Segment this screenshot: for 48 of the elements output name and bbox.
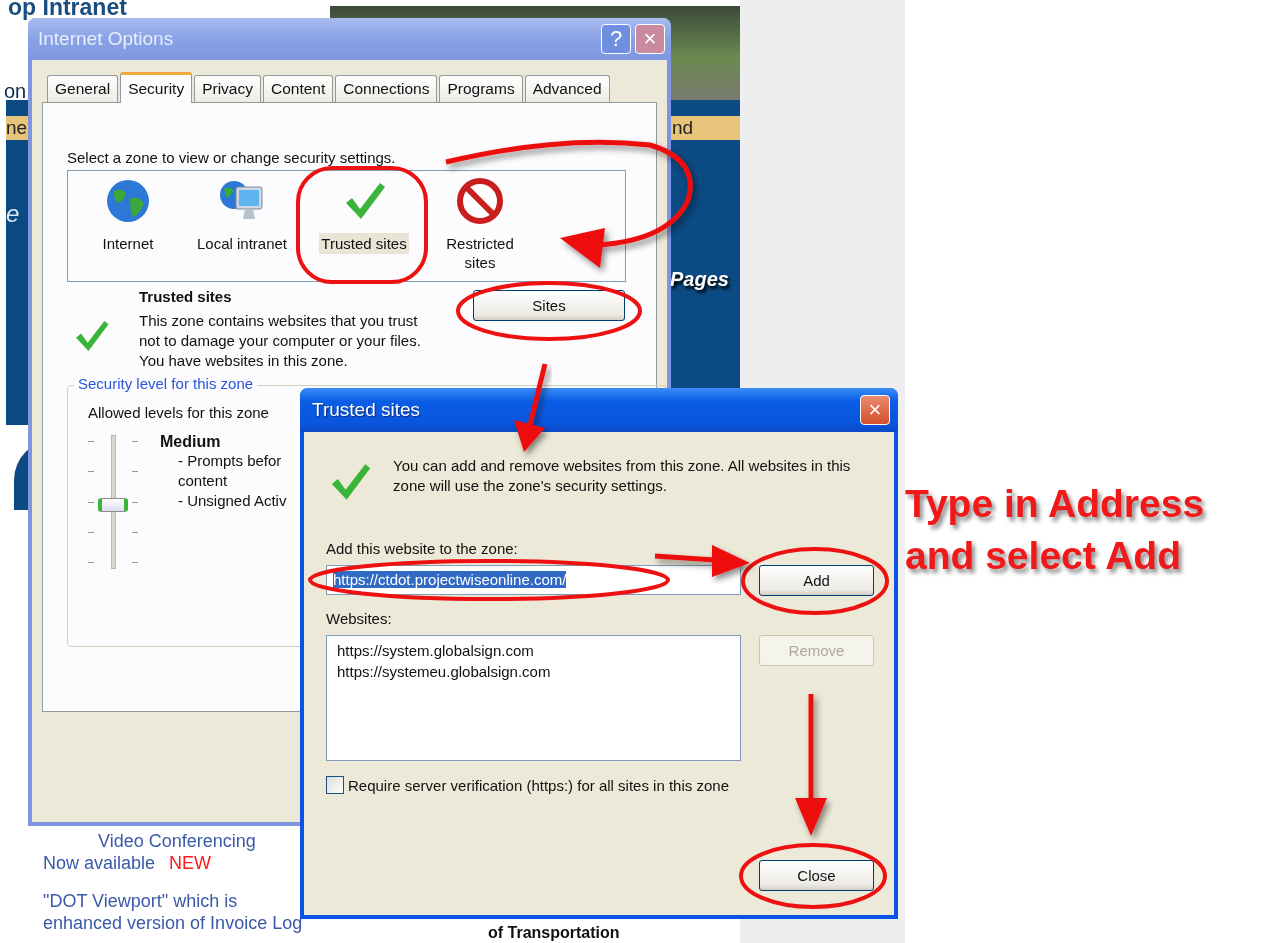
news-link[interactable]: Now available: [43, 852, 156, 874]
field-label: Websites:: [326, 610, 392, 627]
website-item[interactable]: https://systemeu.globalsign.com: [337, 661, 730, 682]
address-text: https://ctdot.projectwiseonline.com/: [333, 571, 567, 588]
zone-item[interactable]: Restricted sites: [433, 233, 527, 273]
window-title: Trusted sites: [312, 399, 422, 421]
section-heading: of Transportation: [488, 924, 620, 942]
zone-prompt: Select a zone to view or change security settings.: [67, 149, 397, 166]
group-label: Security level for this zone: [74, 375, 258, 392]
address-field[interactable]: https://ctdot.projectwiseonline.com/: [326, 565, 741, 595]
globe-icon: [104, 177, 152, 225]
zone-name: Trusted sites: [139, 288, 233, 305]
banner-text: on: [4, 80, 27, 103]
sites-button[interactable]: Sites: [473, 290, 625, 321]
new-label: NEW: [169, 852, 212, 874]
tab[interactable]: Advanced: [524, 75, 610, 102]
zone-note: You have websites in this zone.: [139, 351, 349, 371]
zone-item[interactable]: Trusted sites: [319, 233, 409, 254]
no-entry-icon: [456, 177, 504, 225]
close-dialog-button[interactable]: Close: [759, 860, 874, 891]
tab[interactable]: Programs: [439, 75, 523, 102]
checkbox-label[interactable]: Require server verification (https:) for all sites in this zone: [348, 776, 729, 794]
tab[interactable]: Privacy: [194, 75, 261, 102]
field-label: Add this website to the zone:: [326, 540, 518, 557]
zone-item[interactable]: Local intranet: [194, 233, 290, 254]
slider-thumb[interactable]: [98, 498, 128, 512]
tab[interactable]: Security: [120, 72, 193, 103]
window-title: Internet Options: [38, 28, 175, 50]
level-name: Medium: [160, 433, 222, 451]
tab[interactable]: Content: [263, 75, 334, 102]
page-header: op Intranet: [8, 0, 127, 21]
banner-text: e: [6, 200, 20, 228]
menu-text: nd: [672, 117, 694, 139]
tab[interactable]: General: [47, 75, 119, 102]
allowed-levels-label: Allowed levels for this zone: [88, 404, 269, 421]
zone-item[interactable]: Internet: [100, 233, 156, 254]
tab[interactable]: Connections: [335, 75, 438, 102]
zone-description: This zone contains websites that you trust not to damage your computer or your files.: [139, 311, 422, 351]
info-text: You can add and remove websites from this zone. All websites in this zone will use the zone's security settings.: [393, 456, 852, 496]
annotation-text: Type in Address and select Add: [905, 481, 1205, 579]
level-description: - Prompts befor content - Unsigned Activ: [178, 451, 287, 511]
add-button[interactable]: Add: [759, 565, 874, 596]
checkbox[interactable]: [326, 776, 344, 794]
website-item[interactable]: https://system.globalsign.com: [337, 640, 730, 661]
menu-text: ne: [6, 117, 28, 139]
news-paragraph: "DOT Viewport" which is enhanced version of Invoice Log: [43, 890, 303, 934]
pages-link[interactable]: Pages: [670, 268, 729, 291]
news-link[interactable]: Video Conferencing: [98, 830, 256, 852]
